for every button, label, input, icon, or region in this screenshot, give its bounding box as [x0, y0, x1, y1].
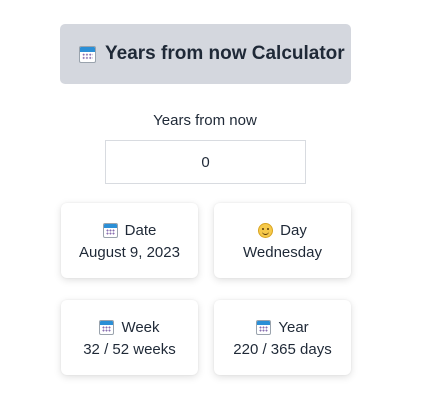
calendar-icon [102, 222, 118, 238]
years-input-label: Years from now [153, 112, 257, 129]
calendar-icon [256, 319, 272, 335]
calculator-page: Years from now Calculator Years from now… [0, 0, 430, 400]
day-label: Day [280, 221, 307, 239]
day-value: Wednesday [243, 244, 322, 261]
years-input[interactable] [105, 140, 306, 184]
calendar-icon [79, 45, 96, 63]
date-label: Date [124, 221, 157, 239]
page-title: Years from now Calculator [105, 43, 345, 64]
smiling-face-icon [258, 222, 274, 238]
day-card: Day Wednesday [214, 203, 351, 278]
year-card: Year 220 / 365 days [214, 300, 351, 375]
week-value: 32 / 52 weeks [83, 341, 176, 358]
date-value: August 9, 2023 [79, 244, 180, 261]
header: Years from now Calculator [60, 24, 351, 84]
week-card: Week 32 / 52 weeks [61, 300, 198, 375]
year-label: Year [278, 318, 309, 336]
date-card: Date August 9, 2023 [61, 203, 198, 278]
calendar-icon [99, 319, 115, 335]
year-value: 220 / 365 days [233, 341, 332, 358]
week-label: Week [121, 318, 160, 336]
